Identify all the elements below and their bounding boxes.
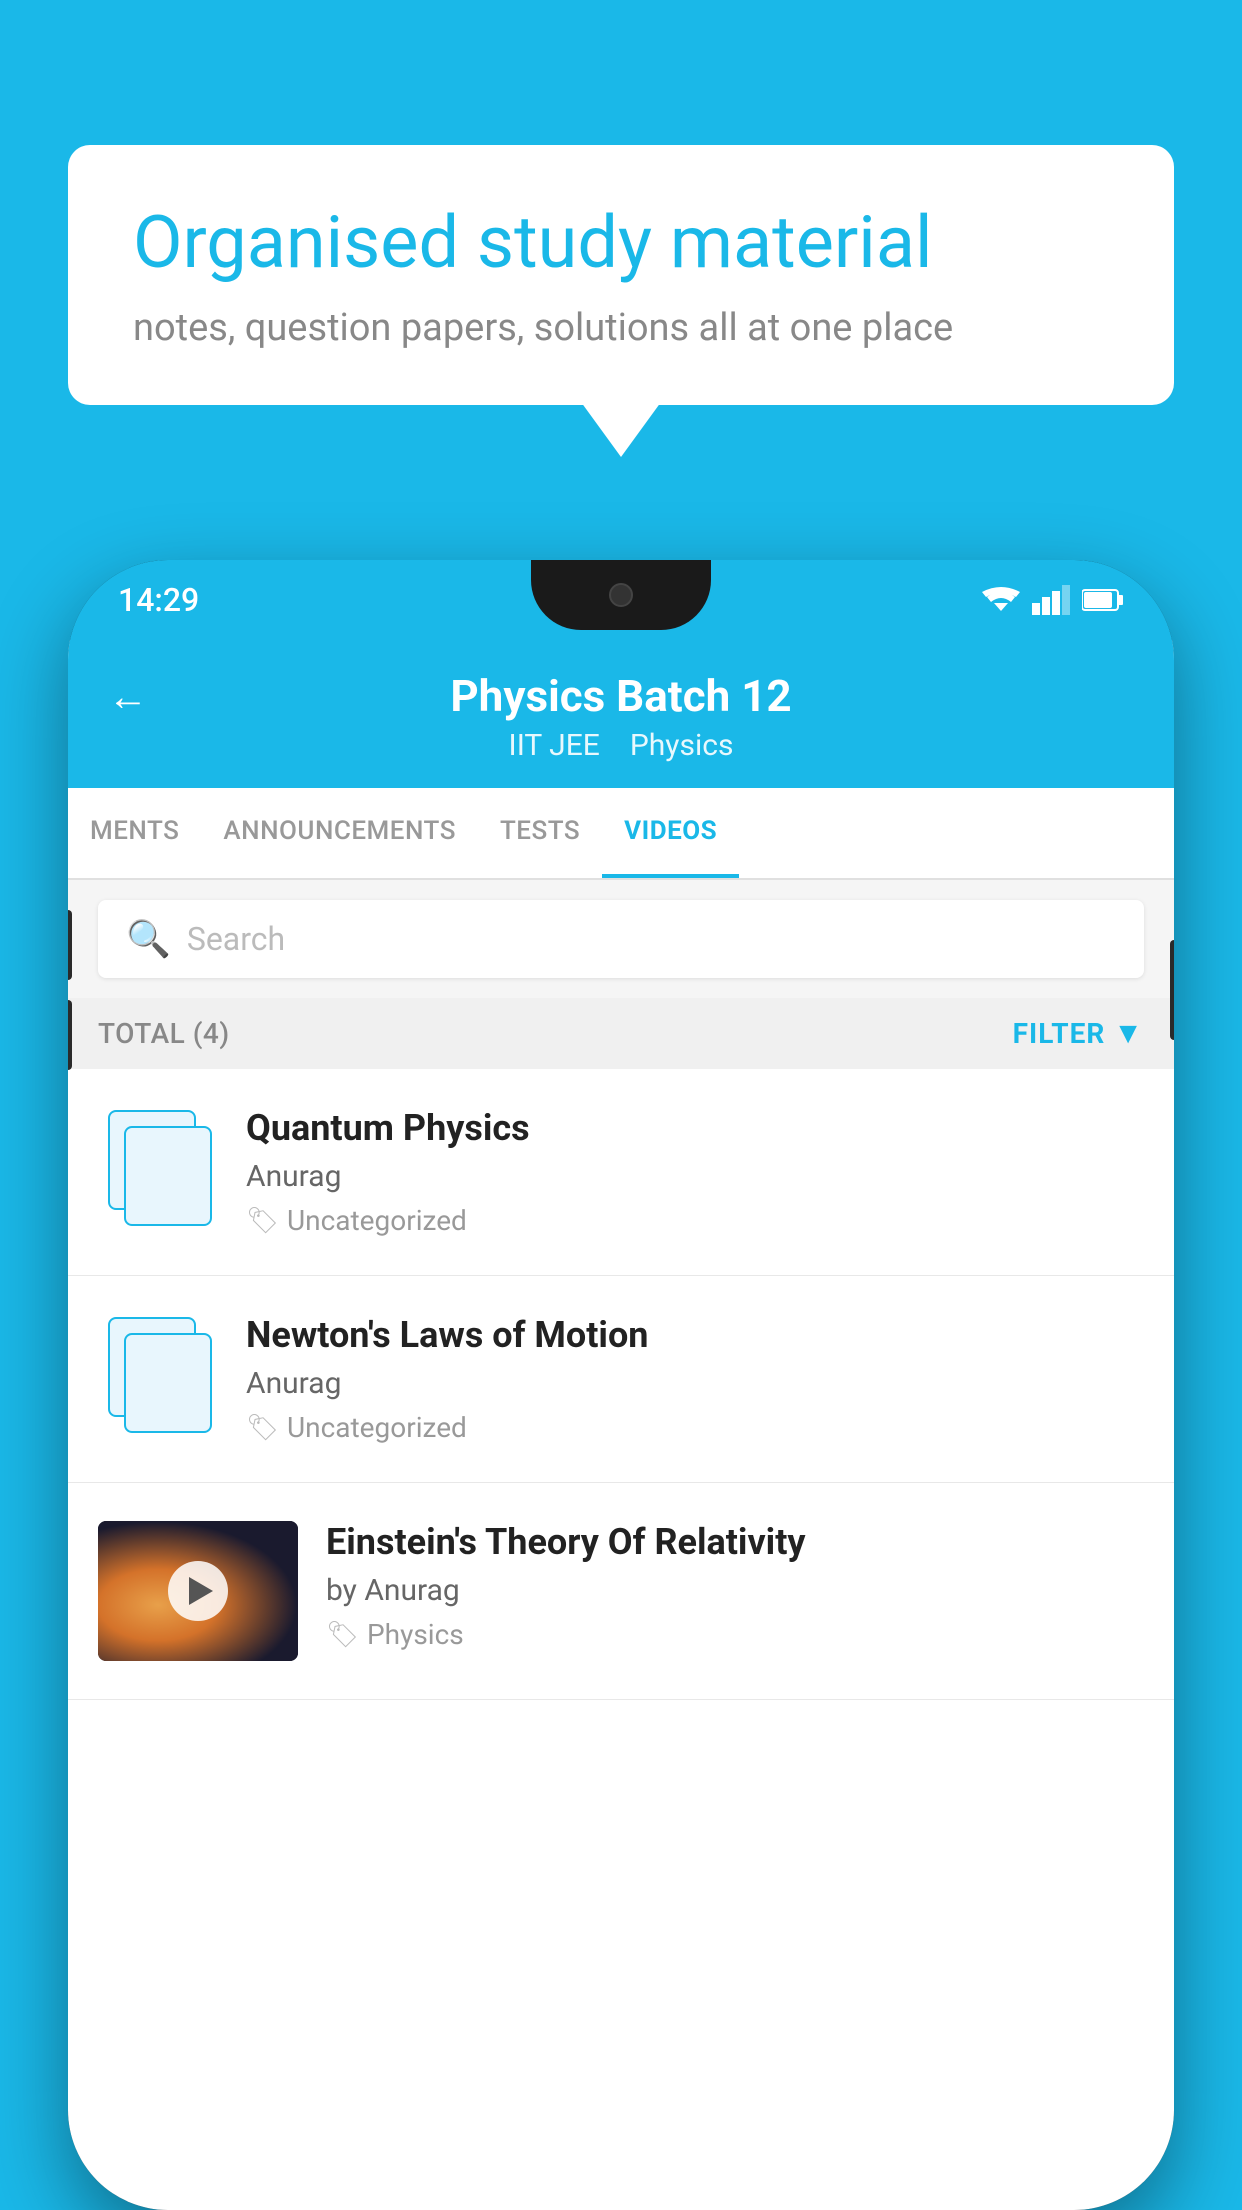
speech-bubble-section: Organised study material notes, question…	[68, 145, 1174, 405]
filter-bar: TOTAL (4) FILTER ▼	[68, 998, 1174, 1069]
list-item[interactable]: Einstein's Theory Of Relativity by Anura…	[68, 1483, 1174, 1700]
video-author: Anurag	[246, 1366, 1144, 1401]
video-title: Quantum Physics	[246, 1107, 1144, 1149]
speech-bubble: Organised study material notes, question…	[68, 145, 1174, 405]
signal-icon	[1032, 585, 1070, 615]
app-header: ← Physics Batch 12 IIT JEE Physics	[68, 640, 1174, 788]
phone-screen: ← Physics Batch 12 IIT JEE Physics MENTS…	[68, 640, 1174, 2210]
video-tag: 🏷 Uncategorized	[246, 1204, 1144, 1237]
video-author: Anurag	[246, 1159, 1144, 1194]
video-list: Quantum Physics Anurag 🏷 Uncategorized	[68, 1069, 1174, 1700]
play-button[interactable]	[168, 1561, 228, 1621]
front-camera	[609, 583, 633, 607]
video-title: Newton's Laws of Motion	[246, 1314, 1144, 1356]
phone-frame: 14:29	[68, 560, 1174, 2210]
tab-videos[interactable]: VIDEOS	[602, 788, 739, 878]
wifi-icon	[982, 585, 1020, 615]
video-info: Quantum Physics Anurag 🏷 Uncategorized	[246, 1107, 1144, 1237]
list-item[interactable]: Quantum Physics Anurag 🏷 Uncategorized	[68, 1069, 1174, 1276]
tab-tests[interactable]: TESTS	[478, 788, 602, 878]
list-item[interactable]: Newton's Laws of Motion Anurag 🏷 Uncateg…	[68, 1276, 1174, 1483]
header-subtitle: IIT JEE Physics	[509, 728, 734, 763]
video-doc-icon	[98, 1107, 218, 1227]
search-bar[interactable]: 🔍 Search	[98, 900, 1144, 978]
status-icons	[982, 585, 1124, 615]
search-placeholder: Search	[187, 920, 285, 958]
tab-announcements[interactable]: ANNOUNCEMENTS	[201, 788, 478, 878]
filter-button[interactable]: FILTER ▼	[1013, 1016, 1144, 1051]
video-author: by Anurag	[326, 1573, 1144, 1608]
filter-icon: ▼	[1113, 1016, 1144, 1051]
video-thumbnail	[98, 1521, 298, 1661]
header-tag-physics: Physics	[630, 728, 734, 763]
video-info: Newton's Laws of Motion Anurag 🏷 Uncateg…	[246, 1314, 1144, 1444]
play-icon	[189, 1577, 213, 1605]
doc-icon-front	[124, 1333, 212, 1433]
video-tag: 🏷 Uncategorized	[246, 1411, 1144, 1444]
volume-up-button[interactable]	[68, 910, 72, 980]
tag-icon: 🏷	[326, 1620, 359, 1650]
tag-icon: 🏷	[246, 1206, 279, 1236]
back-button[interactable]: ←	[108, 673, 148, 720]
volume-down-button[interactable]	[68, 1000, 72, 1070]
total-count-label: TOTAL (4)	[98, 1017, 230, 1050]
status-time: 14:29	[118, 581, 199, 619]
doc-icon-front	[124, 1126, 212, 1226]
header-title: Physics Batch 12	[450, 670, 791, 722]
video-info: Einstein's Theory Of Relativity by Anura…	[326, 1521, 1144, 1651]
search-icon: 🔍	[126, 918, 171, 960]
battery-icon	[1082, 588, 1124, 612]
tab-ments[interactable]: MENTS	[68, 788, 201, 878]
header-top: ← Physics Batch 12	[108, 670, 1134, 722]
bubble-subtitle: notes, question papers, solutions all at…	[133, 306, 1109, 350]
header-tag-iitjee: IIT JEE	[509, 728, 600, 763]
search-container: 🔍 Search	[68, 880, 1174, 998]
bubble-title: Organised study material	[133, 200, 1109, 286]
video-doc-icon	[98, 1314, 218, 1434]
video-title: Einstein's Theory Of Relativity	[326, 1521, 1144, 1563]
phone-notch	[531, 560, 711, 630]
status-bar: 14:29	[68, 560, 1174, 640]
tag-icon: 🏷	[246, 1413, 279, 1443]
video-tag: 🏷 Physics	[326, 1618, 1144, 1651]
power-button[interactable]	[1170, 940, 1174, 1040]
tabs-bar: MENTS ANNOUNCEMENTS TESTS VIDEOS	[68, 788, 1174, 880]
